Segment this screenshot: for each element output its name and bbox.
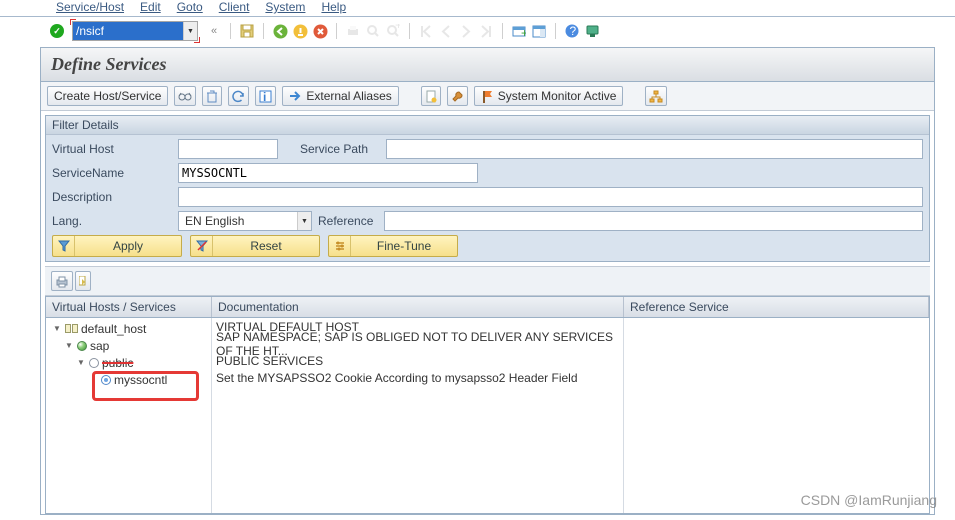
info-button[interactable]: i	[255, 86, 276, 106]
service-path-input[interactable]	[386, 139, 923, 159]
tree-column: ▼ default_host ▼ sap ▼ public • myssocnt…	[46, 318, 212, 513]
fine-tune-button[interactable]: Fine-Tune	[328, 235, 458, 257]
menu-system[interactable]: System	[265, 0, 305, 14]
save-icon[interactable]	[239, 23, 255, 39]
reference-column	[624, 318, 929, 513]
doc-link-icon	[425, 90, 437, 103]
first-page-icon	[418, 23, 434, 39]
command-history-icon[interactable]: ▼	[183, 22, 197, 40]
tree-node-sap[interactable]: ▼ sap	[46, 337, 211, 354]
col-header-services[interactable]: Virtual Hosts / Services	[46, 297, 212, 317]
where-used-button[interactable]	[421, 86, 441, 106]
menu-edit[interactable]: Edit	[140, 0, 161, 14]
globe-icon	[77, 341, 87, 351]
next-page-icon	[458, 23, 474, 39]
chevron-down-icon: ▼	[297, 212, 311, 230]
filter-panel-title: Filter Details	[46, 116, 929, 135]
hierarchy-button[interactable]	[645, 86, 667, 106]
lang-combo[interactable]: EN English ▼	[178, 211, 312, 231]
fine-tune-icon	[329, 236, 351, 256]
svg-text:+: +	[521, 26, 526, 38]
exit-icon[interactable]	[292, 23, 308, 39]
create-host-service-button[interactable]: Create Host/Service	[47, 86, 168, 106]
refresh-button[interactable]	[228, 86, 249, 106]
description-label: Description	[52, 190, 172, 204]
documentation-column: VIRTUAL DEFAULT HOST SAP NAMESPACE; SAP …	[212, 318, 624, 513]
filter-icon	[53, 236, 75, 256]
command-field[interactable]	[73, 22, 183, 40]
service-path-label: Service Path	[300, 142, 380, 156]
gui-settings-icon[interactable]	[584, 23, 600, 39]
page-title: Define Services	[41, 48, 934, 82]
lang-label: Lang.	[52, 214, 172, 228]
command-field-wrap: ▼	[72, 21, 198, 41]
menu-goto[interactable]: Goto	[177, 0, 203, 14]
cancel-icon[interactable]	[312, 23, 328, 39]
system-toolbar: ✓ ▼ « + + ?	[0, 17, 955, 45]
tree-header: Virtual Hosts / Services Documentation R…	[45, 296, 930, 318]
tree-body: ▼ default_host ▼ sap ▼ public • myssocnt…	[45, 318, 930, 514]
glasses-icon	[178, 90, 192, 102]
layout-icon[interactable]	[531, 23, 547, 39]
service-name-label: ServiceName	[52, 166, 172, 180]
apply-button[interactable]: Apply	[52, 235, 182, 257]
back-nav-icon[interactable]: «	[206, 23, 222, 39]
watermark: CSDN @IamRunjiang	[801, 492, 937, 508]
export-icon	[79, 276, 87, 287]
reset-icon	[191, 236, 213, 256]
tree-node-public[interactable]: ▼ public	[46, 354, 211, 371]
prev-page-icon	[438, 23, 454, 39]
menu-client[interactable]: Client	[219, 0, 250, 14]
col-header-documentation[interactable]: Documentation	[212, 297, 624, 317]
highlight-box	[92, 371, 199, 401]
refresh-icon	[232, 90, 245, 103]
menu-service-host[interactable]: Service/Host	[56, 0, 124, 14]
tree-node-default-host[interactable]: ▼ default_host	[46, 320, 211, 337]
system-monitor-button[interactable]: System Monitor Active	[474, 86, 624, 106]
wrench-icon	[451, 90, 464, 103]
svg-text:+: +	[395, 24, 400, 32]
host-icon	[65, 324, 78, 333]
virtual-host-label: Virtual Host	[52, 142, 172, 156]
reference-input[interactable]	[384, 211, 923, 231]
virtual-host-input[interactable]	[178, 139, 278, 159]
print-icon	[55, 275, 69, 288]
arrow-right-icon	[289, 91, 302, 101]
last-page-icon	[478, 23, 494, 39]
doc-cell: SAP NAMESPACE; SAP IS OBLIGED NOT TO DEL…	[212, 335, 623, 352]
service-name-input[interactable]	[178, 163, 478, 183]
tree-print-button[interactable]	[51, 271, 73, 291]
col-header-reference[interactable]: Reference Service	[624, 297, 929, 317]
print-icon	[345, 23, 361, 39]
new-session-icon[interactable]: +	[511, 23, 527, 39]
find-next-icon: +	[385, 23, 401, 39]
description-input[interactable]	[178, 187, 923, 207]
tree-export-button[interactable]	[75, 271, 91, 291]
enter-icon[interactable]: ✓	[50, 24, 64, 38]
tools-button[interactable]	[447, 86, 468, 106]
trash-icon	[206, 90, 218, 103]
menu-help[interactable]: Help	[321, 0, 346, 14]
flag-icon	[481, 90, 494, 103]
app-toolbar: Create Host/Service i External Aliases S…	[41, 82, 934, 111]
display-button[interactable]	[174, 86, 196, 106]
help-icon[interactable]: ?	[564, 23, 580, 39]
svg-text:i: i	[263, 90, 266, 103]
service-icon	[89, 358, 99, 368]
svg-text:?: ?	[570, 24, 577, 38]
menu-bar: Service/Host Edit Goto Client System Hel…	[0, 0, 955, 17]
doc-cell: Set the MYSAPSSO2 Cookie According to my…	[212, 369, 623, 386]
tree-toolbar	[45, 266, 930, 296]
delete-button[interactable]	[202, 86, 222, 106]
main-panel: Define Services Create Host/Service i Ex…	[40, 47, 935, 515]
external-aliases-button[interactable]: External Aliases	[282, 86, 398, 106]
info-icon: i	[259, 90, 272, 103]
filter-panel: Filter Details Virtual Host Service Path…	[45, 115, 930, 262]
hierarchy-icon	[649, 90, 663, 103]
find-icon	[365, 23, 381, 39]
back-icon[interactable]	[272, 23, 288, 39]
reset-button[interactable]: Reset	[190, 235, 320, 257]
reference-label: Reference	[318, 214, 378, 228]
